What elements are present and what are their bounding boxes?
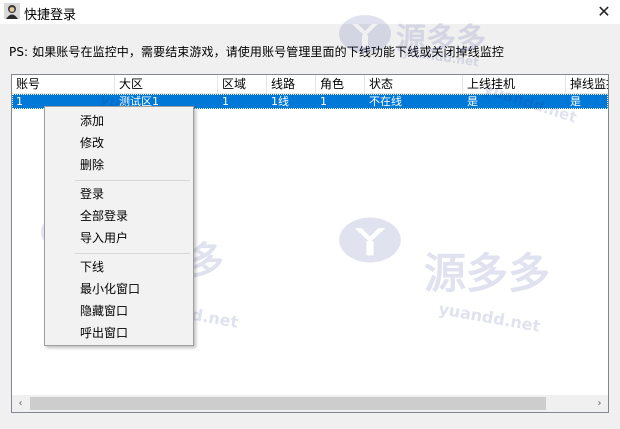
column-header[interactable]: 状态 — [365, 75, 463, 93]
scroll-right-icon[interactable]: › — [591, 395, 608, 412]
title-bar: 快捷登录 ✕ — [0, 0, 620, 24]
table-cell: 1线 — [271, 95, 289, 108]
close-icon[interactable]: ✕ — [588, 0, 620, 24]
menu-item-login[interactable]: 登录 — [47, 183, 191, 205]
column-header[interactable]: 线路 — [267, 75, 316, 93]
menu-separator — [75, 253, 190, 254]
column-header[interactable]: 账号 — [12, 75, 115, 93]
menu-item-add[interactable]: 添加 — [47, 110, 191, 132]
menu-item-import-users[interactable]: 导入用户 — [47, 227, 191, 249]
horizontal-scrollbar[interactable]: ‹ › — [12, 395, 608, 412]
window-title: 快捷登录 — [24, 8, 77, 23]
instruction-text: PS: 如果账号在监控中，需要结束游戏，请使用账号管理里面的下线功能下线或关闭掉… — [9, 45, 505, 59]
menu-item-hide-window[interactable]: 隐藏窗口 — [47, 300, 191, 322]
column-header[interactable]: 区域 — [218, 75, 267, 93]
context-menu: 添加 修改 删除 登录 全部登录 导入用户 下线 最小化窗口 隐藏窗口 呼出窗口 — [44, 106, 194, 346]
column-header[interactable]: 大区 — [115, 75, 218, 93]
table-cell: 1 — [320, 95, 327, 108]
table-cell: 1 — [222, 95, 229, 108]
table-cell: 是 — [467, 95, 478, 108]
menu-item-minimize-window[interactable]: 最小化窗口 — [47, 278, 191, 300]
menu-item-delete[interactable]: 删除 — [47, 154, 191, 176]
menu-item-login-all[interactable]: 全部登录 — [47, 205, 191, 227]
app-icon — [4, 3, 20, 19]
menu-separator — [75, 180, 190, 181]
menu-item-edit[interactable]: 修改 — [47, 132, 191, 154]
column-header[interactable]: 掉线监控 — [566, 75, 608, 93]
list-header: 账号 大区 区域 线路 角色 状态 上线挂机 掉线监控 — [12, 75, 608, 94]
scrollbar-thumb[interactable] — [30, 397, 546, 410]
column-header[interactable]: 角色 — [316, 75, 365, 93]
table-cell: 是 — [570, 95, 581, 108]
column-header[interactable]: 上线挂机 — [463, 75, 566, 93]
menu-item-show-window[interactable]: 呼出窗口 — [47, 322, 191, 344]
menu-item-logout[interactable]: 下线 — [47, 256, 191, 278]
table-cell: 不在线 — [369, 95, 402, 108]
scroll-left-icon[interactable]: ‹ — [12, 395, 29, 412]
